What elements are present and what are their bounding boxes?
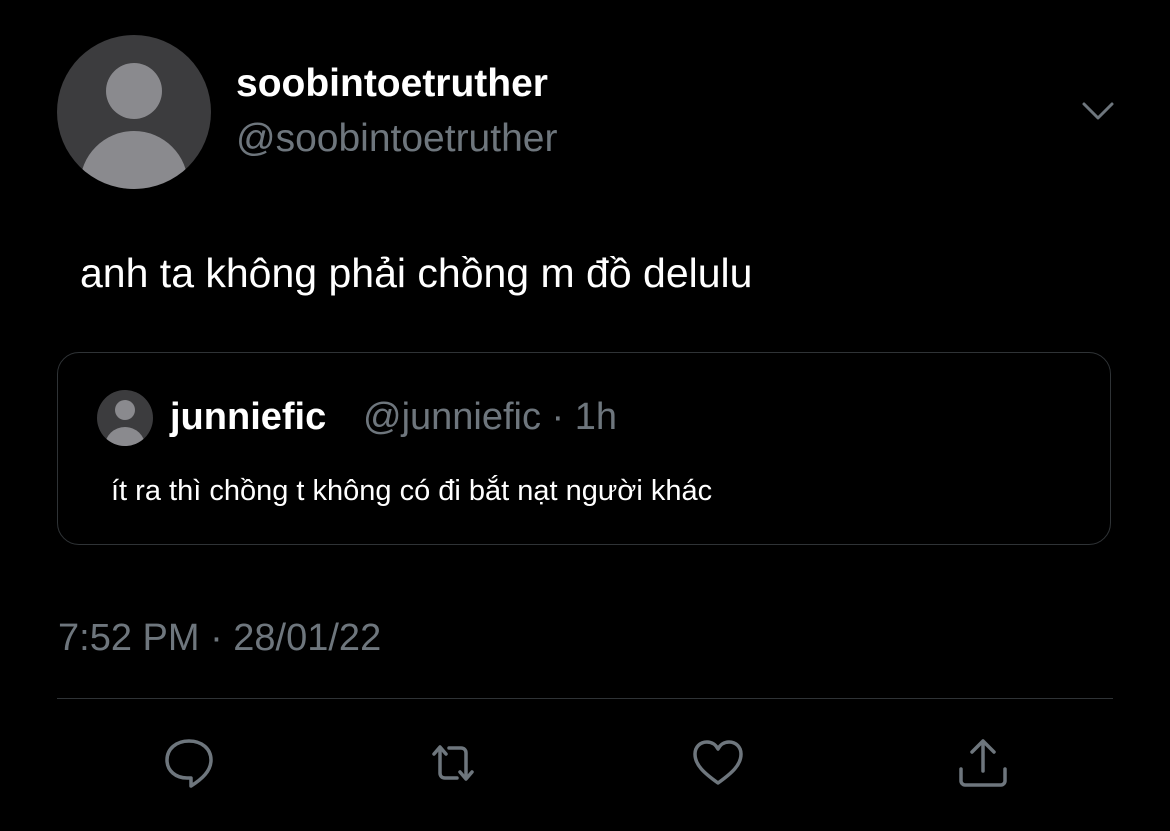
quoted-handle-time: @junniefic · 1h	[363, 396, 618, 438]
share-icon	[959, 739, 1007, 787]
display-name[interactable]: soobintoetruther	[236, 62, 548, 106]
retweet-icon	[432, 745, 474, 781]
reply-icon	[165, 739, 213, 788]
divider	[57, 698, 1113, 699]
tweet-timestamp[interactable]: 7:52 PM · 28/01/22	[58, 617, 381, 660]
share-button[interactable]	[955, 735, 1011, 791]
quoted-display-name: junniefic	[170, 396, 327, 438]
quoted-avatar	[97, 390, 153, 446]
chevron-down-icon[interactable]	[1080, 96, 1116, 126]
tweet-text: anh ta không phải chồng m đồ delulu	[80, 250, 753, 296]
retweet-button[interactable]	[425, 735, 481, 791]
quoted-tweet-card[interactable]: junniefic @junniefic · 1h ít ra thì chồn…	[57, 352, 1111, 545]
reply-button[interactable]	[161, 735, 217, 791]
like-button[interactable]	[690, 735, 746, 791]
default-avatar-icon	[105, 400, 145, 446]
default-avatar-icon	[80, 63, 188, 189]
avatar[interactable]	[57, 35, 211, 189]
quoted-tweet-text: ít ra thì chồng t không có đi bắt nạt ng…	[111, 475, 713, 507]
user-handle[interactable]: @soobintoetruther	[236, 117, 557, 161]
like-icon	[693, 740, 743, 785]
